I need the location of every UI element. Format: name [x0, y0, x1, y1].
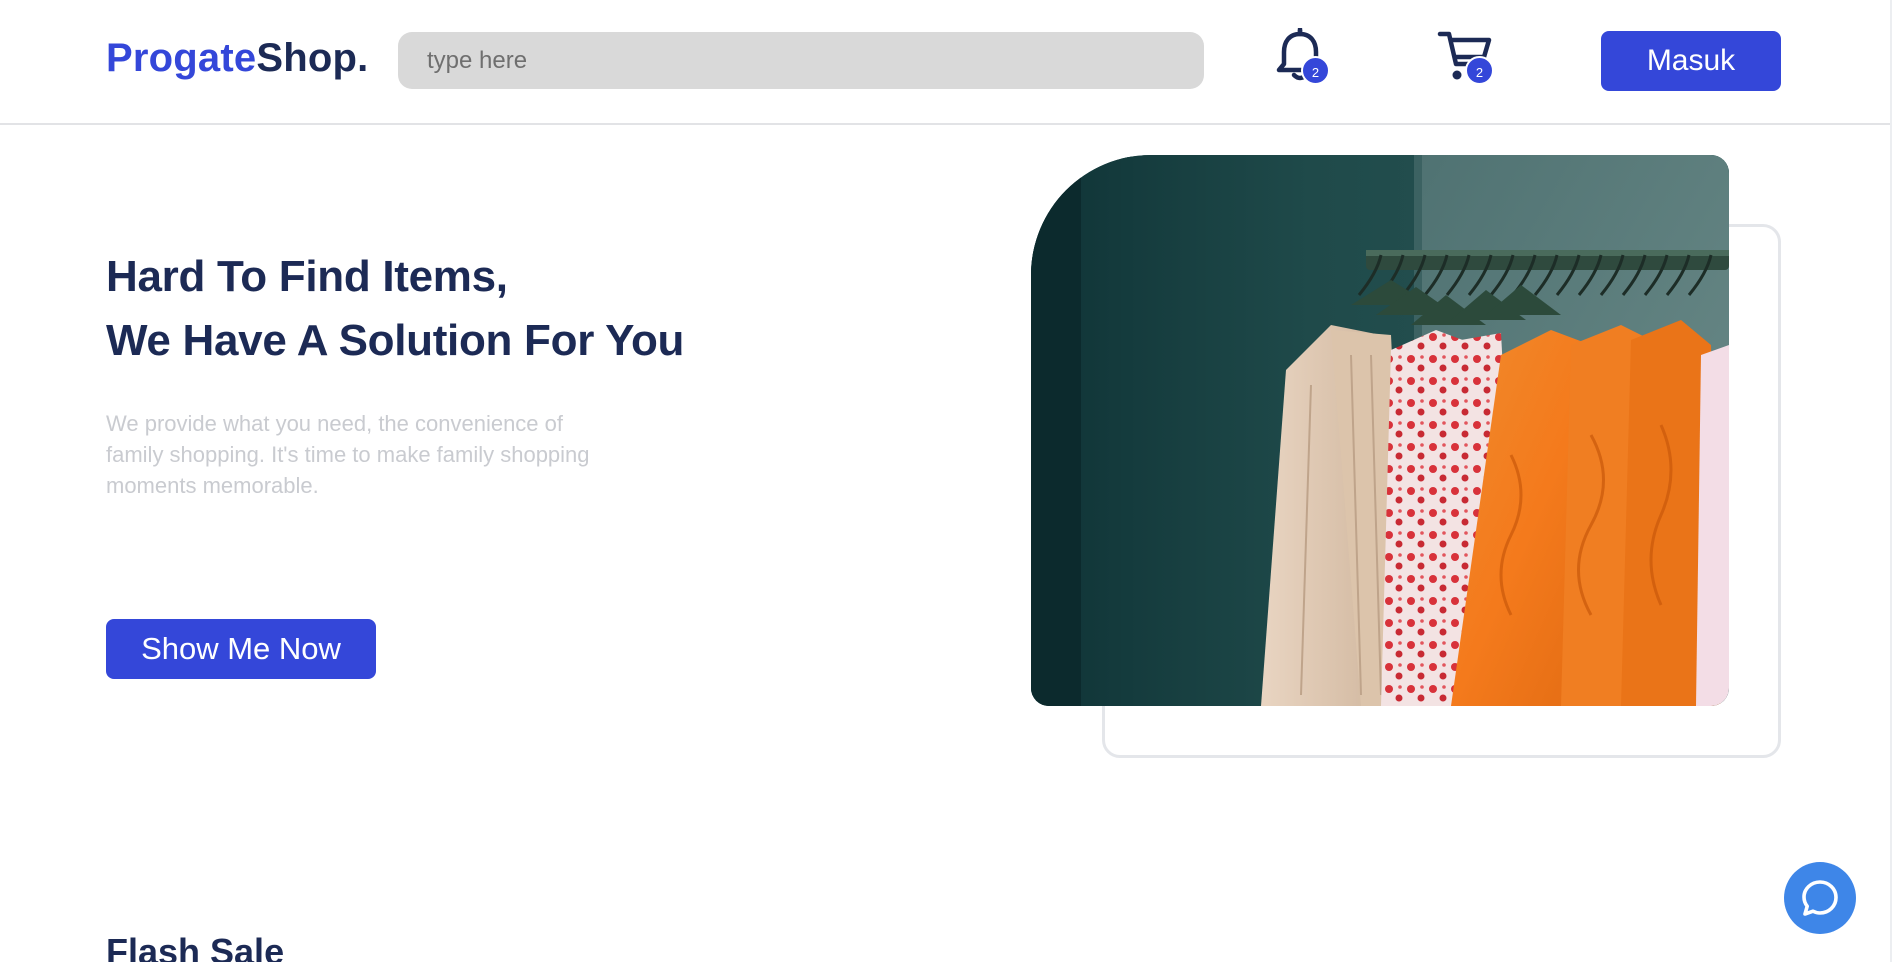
- flash-sale-heading: Flash Sale: [106, 931, 285, 962]
- search-input[interactable]: [398, 32, 1204, 89]
- cart-button[interactable]: 2: [1437, 28, 1499, 86]
- hero-image-clothing-rack: [1031, 155, 1729, 706]
- chat-button[interactable]: [1784, 862, 1856, 934]
- hero-description: We provide what you need, the convenienc…: [106, 411, 590, 498]
- logo-suffix-text: Shop.: [256, 36, 369, 80]
- show-me-now-button[interactable]: Show Me Now: [106, 619, 376, 679]
- cart-count-badge: 2: [1465, 56, 1494, 85]
- chat-bubble-icon: [1802, 880, 1838, 916]
- login-button[interactable]: Masuk: [1601, 31, 1781, 91]
- notification-count-badge: 2: [1301, 56, 1330, 85]
- hero-title-line-1: Hard To Find Items,: [106, 252, 508, 301]
- notifications-button[interactable]: 2: [1275, 26, 1333, 86]
- clothing-rack-illustration: [1031, 155, 1729, 706]
- hero-title: Hard To Find Items, We Have A Solution F…: [106, 245, 684, 373]
- hero-title-line-2: We Have A Solution For You: [106, 316, 685, 365]
- site-logo[interactable]: ProgateShop.: [106, 38, 368, 78]
- top-navbar: ProgateShop. 2 2 Masuk: [0, 0, 1892, 125]
- logo-brand-text: Progate: [106, 36, 257, 80]
